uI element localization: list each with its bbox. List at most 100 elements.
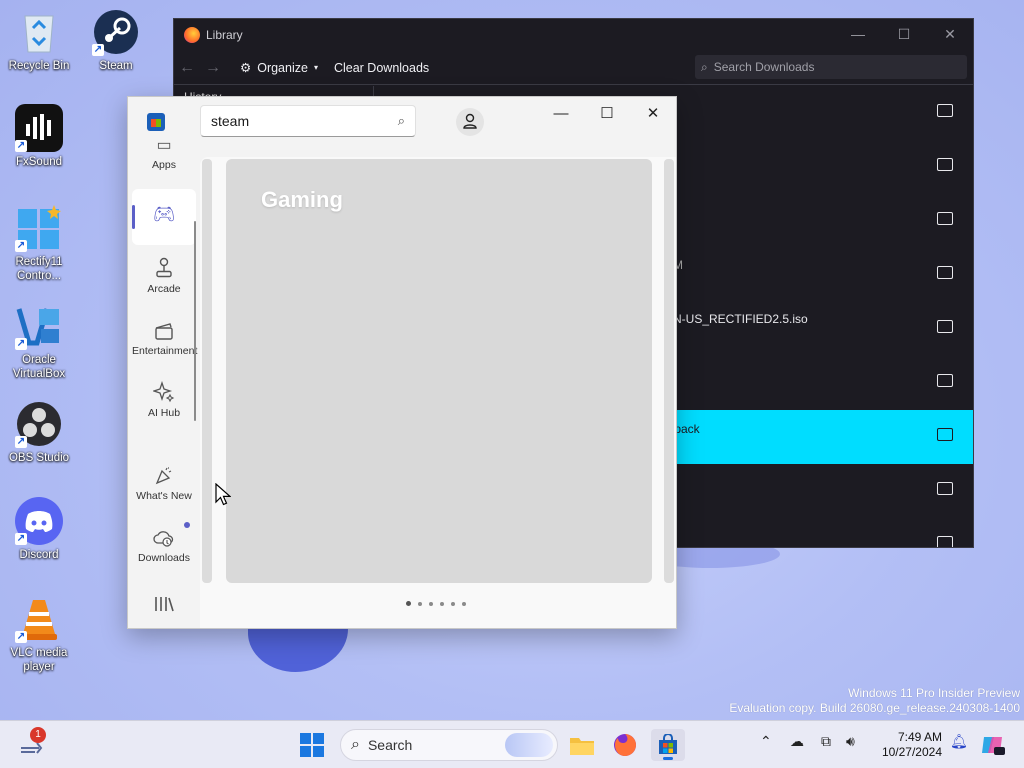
clapperboard-icon <box>132 319 196 341</box>
nav-item-apps[interactable]: ▭ Apps <box>132 137 196 171</box>
folder-icon[interactable] <box>937 482 953 495</box>
gear-icon: ⚙ <box>240 61 252 75</box>
hero-title: Gaming <box>261 187 343 212</box>
file-explorer-button[interactable] <box>565 729 599 761</box>
store-window: ▭ Apps 🎮︎ Arcade Entertainment AI Hub Wh… <box>127 96 677 629</box>
back-button[interactable]: ← <box>174 59 200 77</box>
carousel-next-peek[interactable] <box>664 159 674 583</box>
forward-button[interactable]: → <box>200 59 226 77</box>
desktop-icon-steam[interactable]: ↗ Steam <box>78 8 154 73</box>
microsoft-store-button[interactable] <box>651 729 685 761</box>
library-title: Library <box>206 28 243 42</box>
maximize-button[interactable]: ☐ <box>881 19 927 49</box>
taskbar: ⌕ Search ⌃ ☁ ⧉ 🔊︎ 7:49 AM 10/27/2024 🔔︎ <box>0 720 1024 768</box>
cloud-offline-icon[interactable]: ☁ <box>790 733 804 750</box>
organize-label: Organize <box>257 60 308 75</box>
clock-time: 7:49 AM <box>897 730 942 744</box>
firefox-button[interactable] <box>608 729 642 761</box>
pager-dot[interactable] <box>418 601 422 606</box>
desktop-icon-label: Oracle VirtualBox <box>12 354 66 380</box>
nav-item-entertainment[interactable]: Entertainment <box>132 319 197 357</box>
close-button[interactable]: ✕ <box>630 97 676 129</box>
pager-dot[interactable] <box>440 601 444 606</box>
nav-item-ai-hub[interactable]: AI Hub <box>132 381 196 419</box>
folder-icon[interactable] <box>937 212 953 225</box>
desktop-icon-vlc[interactable]: ↗ VLC media player <box>1 595 77 674</box>
desktop-icon-label: Recycle Bin <box>8 60 70 72</box>
organize-menu[interactable]: ⚙ Organize ▾ <box>240 60 318 76</box>
desktop-icon-label: Rectify11 Contro... <box>15 256 63 282</box>
desktop-icon-rectify11[interactable]: ↗ Rectify11 Contro... <box>1 204 77 283</box>
network-icon[interactable]: ⧉ <box>821 733 831 750</box>
pager-dot[interactable] <box>429 601 433 606</box>
search-icon: ⌕ <box>351 736 360 753</box>
start-button[interactable] <box>300 733 324 757</box>
folder-icon[interactable] <box>937 104 953 117</box>
minimize-button[interactable]: — <box>835 19 881 49</box>
nav-item-whats-new[interactable]: What's New <box>132 464 196 502</box>
user-icon <box>463 113 477 132</box>
speaker-icon[interactable]: 🔊︎ <box>846 733 855 750</box>
desktop-icon-recycle-bin[interactable]: Recycle Bin <box>1 8 77 73</box>
search-value: steam <box>211 113 250 129</box>
minimize-button[interactable]: — <box>538 97 584 129</box>
store-search-input[interactable]: steam ⌕ <box>200 105 416 137</box>
chevron-up-icon[interactable]: ⌃ <box>760 733 772 750</box>
search-icon: ⌕ <box>701 59 708 74</box>
shortcut-arrow-icon: ↗ <box>15 631 27 643</box>
copilot-button[interactable] <box>976 729 1010 761</box>
clock-date: 10/27/2024 <box>881 745 942 759</box>
store-logo-icon <box>147 113 165 131</box>
account-avatar[interactable] <box>456 108 484 136</box>
carousel-prev-peek[interactable] <box>202 159 212 583</box>
store-nav-rail: ▭ Apps 🎮︎ Arcade Entertainment AI Hub Wh… <box>128 97 200 628</box>
apps-icon: ▭ <box>156 137 172 154</box>
carousel-pager <box>406 601 466 606</box>
firefox-icon <box>184 27 200 43</box>
desktop-icon-virtualbox[interactable]: ↗ Oracle VirtualBox <box>1 302 77 381</box>
rectify11-icon: ↗ <box>15 204 63 252</box>
pager-dot[interactable] <box>406 601 411 606</box>
vlc-icon: ↗ <box>15 595 63 643</box>
desktop-icon-obs-studio[interactable]: ↗ OBS Studio <box>1 400 77 465</box>
desktop-icon-label: Discord <box>19 549 59 561</box>
shortcut-arrow-icon: ↗ <box>92 44 104 56</box>
recycle-bin-icon <box>15 8 63 56</box>
search-placeholder: Search Downloads <box>713 60 815 74</box>
taskbar-search-box[interactable]: ⌕ Search <box>340 729 558 761</box>
system-clock[interactable]: 7:49 AM 10/27/2024 <box>872 730 942 760</box>
folder-icon[interactable] <box>937 320 953 333</box>
nav-item-arcade[interactable]: Arcade <box>132 257 196 295</box>
discord-icon: ↗ <box>15 497 63 545</box>
nav-item-downloads[interactable]: Downloads <box>132 522 196 564</box>
search-icon[interactable]: ⌕ <box>398 113 405 129</box>
clear-downloads-button[interactable]: Clear Downloads <box>334 61 429 75</box>
maximize-button[interactable]: ☐ <box>584 97 630 129</box>
update-dot <box>184 522 190 528</box>
folder-icon[interactable] <box>937 428 953 441</box>
joystick-icon <box>132 257 196 279</box>
folder-icon[interactable] <box>937 374 953 387</box>
folder-icon[interactable] <box>937 266 953 279</box>
sparkle-icon <box>132 381 196 403</box>
desktop-icon-label: OBS Studio <box>8 452 70 464</box>
pager-dot[interactable] <box>451 601 455 606</box>
notification-bell-icon[interactable]: 🔔︎ <box>950 733 968 750</box>
party-popper-icon <box>132 464 196 486</box>
nav-scrollbar[interactable] <box>194 221 196 421</box>
pager-dot[interactable] <box>462 601 466 606</box>
nav-item-gaming[interactable]: 🎮︎ <box>132 189 196 245</box>
taskbar-search-label: Search <box>367 737 413 753</box>
chevron-down-icon: ▾ <box>313 63 318 72</box>
desktop-icon-fxsound[interactable]: ↗ FxSound <box>1 104 77 169</box>
nav-item-library[interactable] <box>132 591 196 617</box>
library-icon <box>132 591 196 613</box>
hero-banner[interactable]: Gaming <box>226 159 652 583</box>
fxsound-icon: ↗ <box>15 104 63 152</box>
close-button[interactable]: ✕ <box>927 19 973 49</box>
shortcut-arrow-icon: ↗ <box>15 338 27 350</box>
folder-icon[interactable] <box>937 536 953 547</box>
search-downloads-input[interactable]: ⌕ Search Downloads <box>695 55 967 79</box>
folder-icon[interactable] <box>937 158 953 171</box>
desktop-icon-discord[interactable]: ↗ Discord <box>1 497 77 562</box>
